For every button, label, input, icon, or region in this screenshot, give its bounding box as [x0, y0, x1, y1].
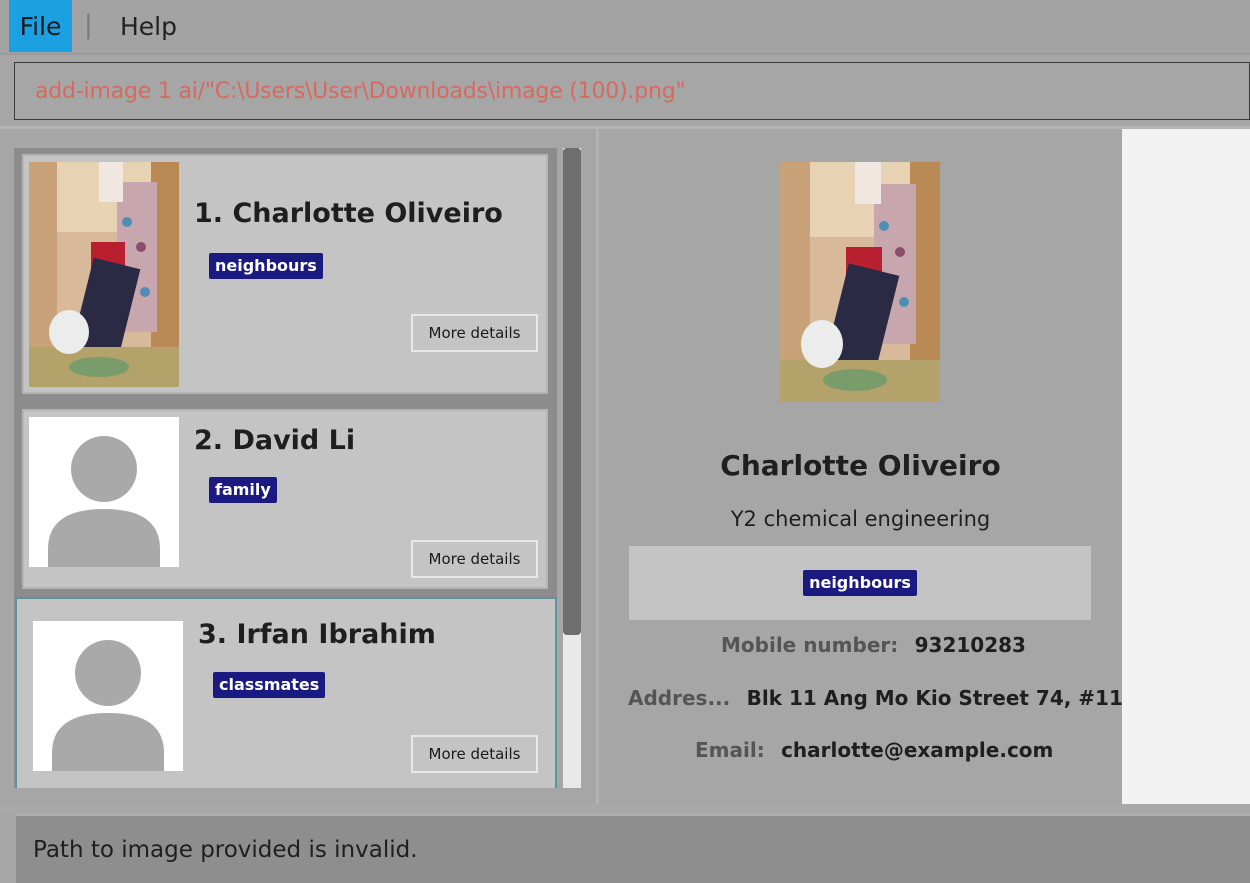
- mobile-value: 93210283: [914, 633, 1026, 657]
- divider: [0, 804, 1250, 814]
- email-value: charlotte@example.com: [781, 738, 1054, 762]
- mobile-label: Mobile number:: [721, 633, 899, 657]
- address-value: Blk 11 Ang Mo Kio Street 74, #11-...: [746, 686, 1154, 710]
- menu-bar: File | Help: [0, 0, 1250, 53]
- person-name: 3. Irfan Ibrahim: [198, 619, 436, 650]
- person-card[interactable]: 1. Charlotte Oliveiro neighbours More de…: [22, 154, 548, 394]
- person-list: 1. Charlotte Oliveiro neighbours More de…: [14, 148, 557, 788]
- menu-divider: [0, 53, 1250, 55]
- side-panel: [1122, 129, 1250, 804]
- address-label: Addres...: [628, 686, 731, 710]
- person-name: 2. David Li: [194, 425, 356, 456]
- person-card[interactable]: 2. David Li family More details: [22, 409, 548, 589]
- detail-photo: [780, 162, 940, 402]
- result-display: Path to image provided is invalid.: [16, 814, 1250, 883]
- detail-subtitle: Y2 chemical engineering: [730, 507, 991, 531]
- menu-help[interactable]: Help: [120, 0, 177, 52]
- menu-file[interactable]: File: [9, 0, 72, 52]
- detail-name: Charlotte Oliveiro: [720, 449, 1001, 482]
- address-field: Addres... Blk 11 Ang Mo Kio Street 74, #…: [628, 686, 1154, 710]
- email-label: Email:: [695, 738, 765, 762]
- person-photo: [29, 162, 179, 387]
- command-box: [14, 62, 1250, 120]
- result-message: Path to image provided is invalid.: [33, 836, 418, 863]
- avatar-icon: [33, 621, 183, 771]
- menu-separator: |: [84, 10, 93, 40]
- tag-badge: family: [209, 477, 277, 503]
- tag-badge: classmates: [213, 672, 326, 698]
- person-detail-panel: Charlotte Oliveiro Y2 chemical engineeri…: [599, 129, 1154, 804]
- tag-badge: neighbours: [803, 570, 917, 596]
- command-input[interactable]: [33, 77, 1249, 105]
- more-details-button[interactable]: More details: [411, 735, 538, 773]
- card-inner: 3. Irfan Ibrahim classmates More details: [19, 602, 553, 788]
- person-name: 1. Charlotte Oliveiro: [194, 198, 503, 229]
- person-card-selected[interactable]: 3. Irfan Ibrahim classmates More details: [15, 597, 557, 788]
- scrollbar-thumb[interactable]: [563, 148, 581, 635]
- email-field: Email: charlotte@example.com: [695, 738, 1053, 762]
- more-details-button[interactable]: More details: [411, 540, 538, 578]
- detail-tag-box: neighbours: [629, 546, 1091, 620]
- mobile-field: Mobile number: 93210283: [721, 633, 1026, 657]
- tag-badge: neighbours: [209, 253, 323, 279]
- avatar-icon: [29, 417, 179, 567]
- more-details-button[interactable]: More details: [411, 314, 538, 352]
